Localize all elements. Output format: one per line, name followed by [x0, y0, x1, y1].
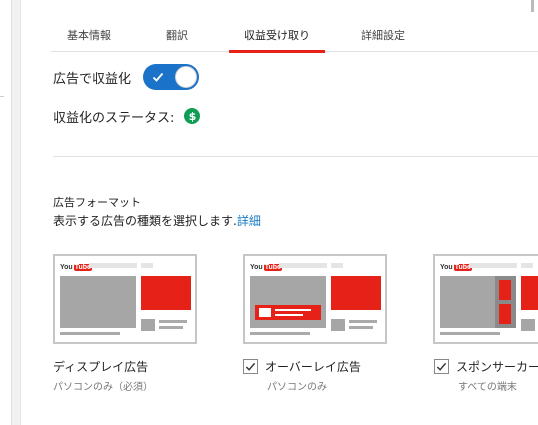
- overlay-ad-image: [259, 308, 271, 317]
- sponsored-card-name: スポンサーカード: [456, 360, 538, 374]
- search-bar: [469, 263, 517, 268]
- tab-basic-info[interactable]: 基本情報: [67, 22, 111, 52]
- search-button: [331, 263, 343, 268]
- thumb-block: [141, 319, 155, 331]
- display-ad-sub: パソコンのみ（必須）: [53, 382, 153, 393]
- monetize-label: 広告で収益化: [53, 71, 132, 87]
- overlay-text-line: [275, 314, 303, 316]
- tab-advanced-settings[interactable]: 詳細設定: [361, 22, 405, 52]
- ad-format-description: 表示する広告の種類を選択します.詳細: [53, 212, 261, 229]
- thumb-block: [331, 319, 345, 331]
- sponsored-card-sub: すべての端末: [458, 382, 517, 393]
- section-divider: [53, 156, 538, 157]
- youtube-logo: You Tube: [440, 262, 472, 272]
- display-ad-preview: You Tube: [53, 254, 197, 344]
- display-ad-block: [521, 276, 538, 310]
- youtube-logo: You Tube: [60, 262, 92, 272]
- search-bar: [279, 263, 327, 268]
- toggle-knob: [175, 66, 198, 88]
- text-line: [250, 332, 310, 335]
- overlay-text-line: [275, 309, 311, 311]
- sponsored-card-block: [499, 304, 511, 324]
- monetization-status-row: 収益化のステータス: $: [53, 107, 201, 126]
- overlay-ad-label: オーバーレイ広告: [243, 358, 361, 375]
- sponsored-card-block: [499, 280, 511, 300]
- status-label: 収益化のステータス:: [53, 110, 175, 126]
- tab-monetization[interactable]: 収益受け取り: [229, 22, 325, 53]
- logo-you: You: [60, 263, 73, 271]
- search-button: [141, 263, 153, 268]
- scrollbar[interactable]: [531, 0, 534, 12]
- overlay-ad-name: オーバーレイ広告: [265, 360, 361, 374]
- text-line: [159, 326, 183, 329]
- sponsored-card-label: スポンサーカード: [434, 358, 538, 375]
- tab-translation[interactable]: 翻訳: [165, 22, 189, 52]
- display-ad-block: [331, 276, 381, 310]
- display-ad-block: [141, 276, 191, 310]
- details-link[interactable]: 詳細: [237, 214, 261, 228]
- logo-you: You: [440, 263, 453, 271]
- thumb-block: [521, 319, 535, 331]
- overlay-ad-preview: You Tube: [243, 254, 387, 344]
- sponsored-card-preview: You Tube: [433, 254, 538, 344]
- search-bar: [89, 263, 137, 268]
- search-button: [521, 263, 533, 268]
- video-area: [250, 276, 326, 328]
- sponsored-card-checkbox[interactable]: [434, 359, 449, 374]
- left-panel: [0, 0, 12, 425]
- display-ad-label: ディスプレイ広告: [53, 358, 148, 375]
- checkmark-icon: [436, 362, 447, 371]
- monetize-toggle[interactable]: [143, 64, 200, 90]
- monetize-row: 広告で収益化: [53, 64, 200, 90]
- display-ad-name: ディスプレイ広告: [53, 360, 149, 374]
- text-line: [349, 326, 373, 329]
- checkmark-icon: [245, 362, 256, 371]
- youtube-logo: You Tube: [250, 262, 282, 272]
- overlay-ad-sub: パソコンのみ: [267, 382, 327, 393]
- logo-you: You: [250, 263, 263, 271]
- divider: [0, 96, 4, 97]
- ad-format-title: 広告フォーマット: [53, 196, 141, 209]
- video-settings-card: 基本情報 翻訳 収益受け取り 詳細設定 広告で収益化 収益化のステータス: $ …: [20, 0, 538, 425]
- video-area: [60, 276, 136, 328]
- description-text: 表示する広告の種類を選択します.: [53, 214, 237, 228]
- text-line: [159, 320, 187, 323]
- dollar-icon: $: [184, 108, 201, 124]
- text-line: [349, 320, 377, 323]
- overlay-ad-checkbox[interactable]: [243, 359, 258, 374]
- text-line: [60, 332, 120, 335]
- text-line: [440, 332, 500, 335]
- tab-bar: 基本情報 翻訳 収益受け取り 詳細設定: [51, 22, 538, 53]
- check-icon: [152, 72, 164, 82]
